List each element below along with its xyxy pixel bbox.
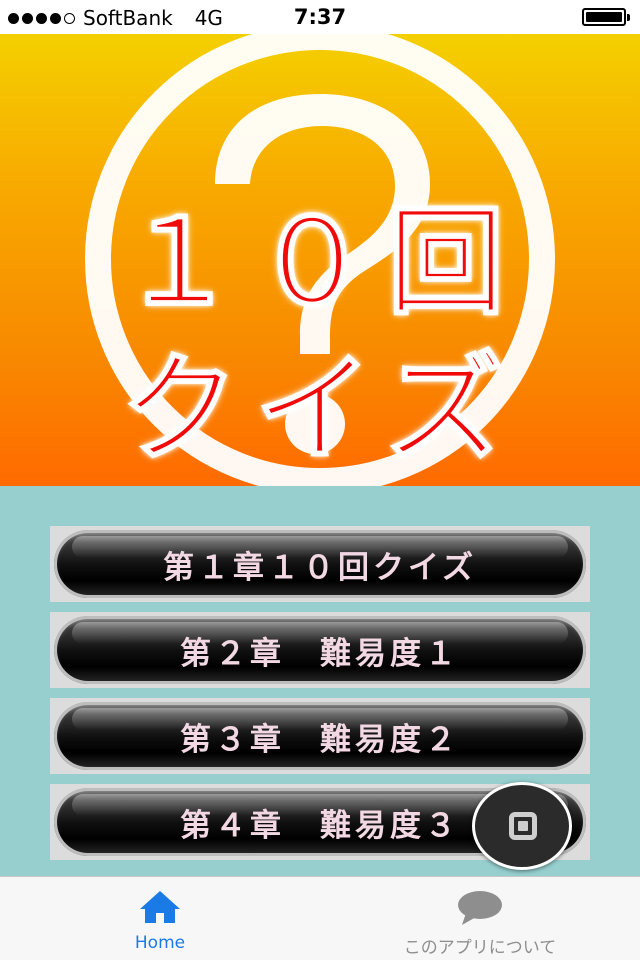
banner-title-line2: クイズ [120, 339, 520, 479]
chapter-2-frame: 第２章 難易度１ [50, 612, 590, 688]
tab-home[interactable]: Home [110, 877, 210, 961]
status-time: 7:37 [293, 5, 347, 29]
chapter-3-label: 第３章 難易度２ [180, 721, 460, 758]
chapter-2-button[interactable]: 第２章 難易度１ [54, 616, 586, 684]
banner-title-line1: １０回 [118, 192, 521, 332]
tab-home-label: Home [134, 933, 186, 953]
chapter-2-label: 第２章 難易度１ [180, 635, 460, 672]
stop-button[interactable] [472, 782, 572, 870]
app-banner: １０回 クイズ [0, 34, 640, 486]
chapter-3-frame: 第３章 難易度２ [50, 698, 590, 774]
chapter-1-frame: 第１章１０回クイズ [50, 526, 590, 602]
chapter-3-button[interactable]: 第３章 難易度２ [54, 702, 586, 770]
battery-icon [582, 8, 630, 26]
status-bar: SoftBank 4G 7:37 [0, 0, 640, 34]
house-icon [140, 891, 180, 923]
chapter-4-label: 第４章 難易度３ [180, 807, 460, 844]
chapter-1-button[interactable]: 第１章１０回クイズ [54, 530, 586, 598]
tab-bar: Home このアプリについて [0, 876, 640, 960]
tab-about-label: このアプリについて [403, 938, 557, 958]
chapter-1-label: 第１章１０回クイズ [162, 549, 478, 586]
speech-bubble-icon [458, 891, 502, 925]
tab-about[interactable]: このアプリについて [370, 877, 590, 961]
stop-square-icon [509, 812, 537, 840]
